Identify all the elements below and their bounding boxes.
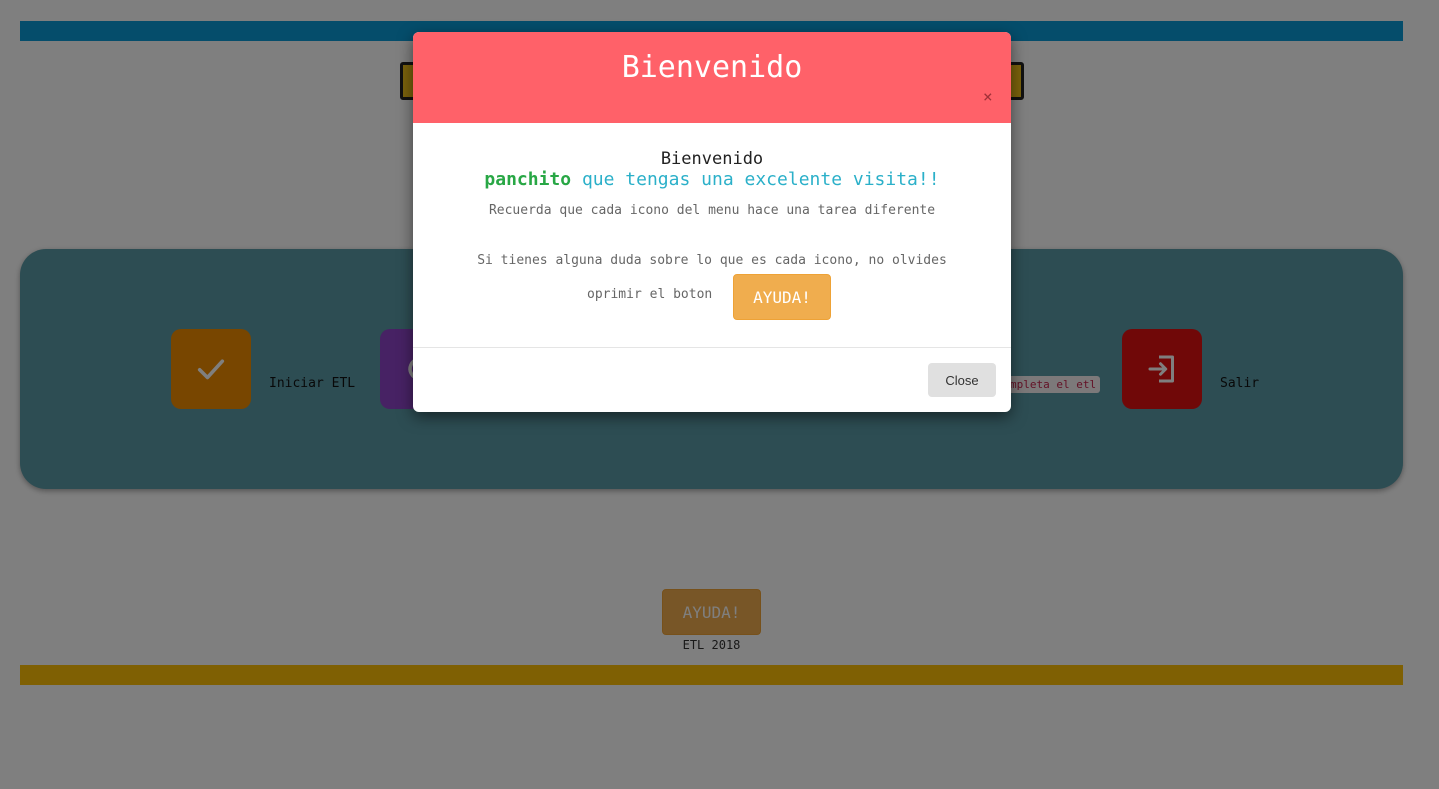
greeting-text: Bienvenido	[660, 149, 764, 169]
close-button[interactable]: Close	[928, 363, 996, 397]
welcome-line: panchito que tengas una excelente visita…	[413, 169, 1011, 191]
help-hint-continuation: oprimir el boton	[587, 287, 713, 302]
modal-header: Bienvenido ×	[413, 32, 1011, 123]
welcome-message: que tengas una excelente visita!!	[581, 169, 940, 190]
help-hint-text: Si tienes alguna duda sobre lo que es ca…	[477, 253, 947, 268]
modal-body: Bienvenido panchito que tengas una excel…	[413, 123, 1011, 347]
welcome-modal: Bienvenido × Bienvenido panchito que ten…	[413, 32, 1011, 412]
modal-footer-divider	[413, 347, 1011, 348]
modal-title: Bienvenido	[621, 50, 803, 85]
menu-hint-text: Recuerda que cada icono del menu hace un…	[488, 203, 936, 218]
close-icon[interactable]: ×	[983, 88, 993, 106]
modal-help-button[interactable]: AYUDA!	[733, 274, 831, 320]
username: panchito	[484, 169, 572, 190]
